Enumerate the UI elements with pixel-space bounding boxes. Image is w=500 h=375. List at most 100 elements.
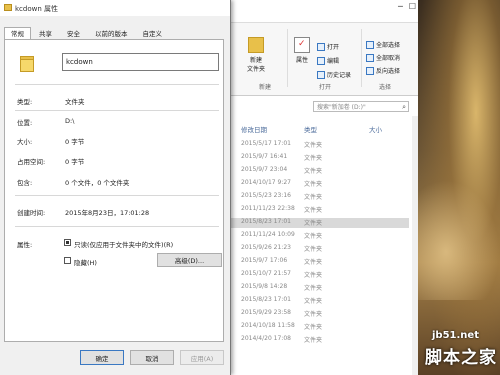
file-type: 文件夹	[304, 337, 323, 344]
edit-icon	[317, 56, 325, 65]
hidden-checkbox[interactable]	[64, 257, 71, 264]
file-type: 文件夹	[304, 142, 323, 149]
file-type: 文件夹	[304, 298, 323, 305]
file-date: 2014/10/18 11:58	[241, 322, 295, 329]
file-date: 2015/9/7 17:06	[241, 257, 288, 264]
file-date: 2011/11/24 10:09	[241, 231, 295, 238]
contains-value: 0 个文件，0 个文件夹	[65, 179, 130, 187]
properties-dialog: kcdown 属性 常规 共享 安全 以前的版本 自定义 类型: 文件夹 位置:…	[0, 0, 231, 375]
tab-strip: 常规 共享 安全 以前的版本 自定义	[4, 27, 170, 40]
search-icon[interactable]: ⌕	[402, 102, 406, 113]
maximize-icon[interactable]: ☐	[409, 2, 416, 11]
file-row[interactable]: 2015/10/7 21:57 文件夹	[229, 270, 409, 280]
file-row[interactable]: 2014/4/20 17:08 文件夹	[229, 335, 409, 345]
properties-button[interactable]: ✓ 属性	[289, 37, 315, 64]
dialog-titlebar: kcdown 属性	[0, 0, 230, 16]
file-row[interactable]: 2015/9/8 14:28 文件夹	[229, 283, 409, 293]
history-button[interactable]: 历史记录	[317, 70, 351, 79]
type-value: 文件夹	[65, 98, 85, 106]
file-type: 文件夹	[304, 259, 323, 266]
new-folder-label: 新建 文件夹	[246, 57, 265, 73]
explorer-titlebar: ─ ☐	[229, 0, 418, 16]
type-label: 类型:	[17, 98, 33, 106]
file-type: 文件夹	[304, 181, 323, 188]
select-all-button[interactable]: 全部选择	[366, 40, 400, 49]
edit-button[interactable]: 编辑	[317, 56, 339, 65]
history-icon	[317, 70, 325, 79]
file-row[interactable]: 2015/9/7 17:06 文件夹	[229, 257, 409, 267]
file-type: 文件夹	[304, 207, 323, 214]
select-all-label: 全部选择	[376, 42, 401, 49]
file-type: 文件夹	[304, 168, 323, 175]
file-row[interactable]: 2011/11/23 22:38 文件夹	[229, 205, 409, 215]
file-date: 2011/11/23 22:38	[241, 205, 295, 212]
file-date: 2015/9/7 23:04	[241, 166, 288, 173]
file-date: 2015/9/26 21:23	[241, 244, 291, 251]
file-row[interactable]: 2014/10/18 11:58 文件夹	[229, 322, 409, 332]
readonly-label: 只读(仅应用于文件夹中的文件)(R)	[74, 241, 174, 249]
file-type: 文件夹	[304, 246, 323, 253]
column-header-size[interactable]: 大小	[369, 124, 382, 134]
ribbon: 新建 文件夹 新建 ✓ 属性 打开 编辑 历史记录 打开 全部选择 全部取消 反…	[229, 22, 418, 96]
file-row[interactable]: 2015/9/26 21:23 文件夹	[229, 244, 409, 254]
wallpaper-cloud	[410, 180, 500, 300]
open-label: 打开	[327, 44, 340, 51]
file-date: 2015/9/7 16:41	[241, 153, 288, 160]
divider	[15, 226, 219, 227]
cancel-button[interactable]: 取消	[130, 350, 174, 365]
new-folder-button[interactable]: 新建 文件夹	[243, 37, 269, 73]
file-row[interactable]: 2015/5/23 23:16 文件夹	[229, 192, 409, 202]
column-header-type[interactable]: 类型	[304, 124, 317, 134]
history-label: 历史记录	[327, 72, 352, 79]
hidden-label: 隐藏(H)	[74, 259, 97, 267]
scrollbar[interactable]	[412, 116, 418, 375]
watermark-domain: jb51.net	[432, 330, 479, 341]
edit-label: 编辑	[327, 58, 340, 65]
select-all-icon	[366, 40, 374, 49]
file-row[interactable]: 2015/9/7 16:41 文件夹	[229, 153, 409, 163]
location-value: D:\	[65, 117, 75, 125]
window-controls: ─ ☐	[398, 2, 416, 11]
location-label: 位置:	[17, 119, 33, 127]
attributes-label: 属性:	[17, 241, 33, 249]
file-type: 文件夹	[304, 194, 323, 201]
file-date: 2015/9/29 23:58	[241, 309, 291, 316]
file-type: 文件夹	[304, 155, 323, 162]
divider	[15, 110, 219, 111]
properties-label: 属性	[295, 57, 308, 64]
ribbon-separator	[361, 29, 362, 87]
minimize-icon[interactable]: ─	[398, 2, 403, 11]
file-row[interactable]: 2015/5/17 17:01 文件夹	[229, 140, 409, 150]
file-date: 2015/9/8 14:28	[241, 283, 288, 290]
file-type: 文件夹	[304, 311, 323, 318]
general-tab-panel: 类型: 文件夹 位置: D:\ 大小: 0 字节 占用空间: 0 字节 包含: …	[4, 39, 224, 342]
invert-selection-label: 反向选择	[376, 68, 401, 75]
apply-button[interactable]: 应用(A)	[180, 350, 224, 365]
size-value: 0 字节	[65, 138, 85, 146]
file-row[interactable]: 2015/8/23 17:01 文件夹	[229, 296, 409, 306]
invert-selection-button[interactable]: 反向选择	[366, 66, 400, 75]
ribbon-separator	[287, 29, 288, 87]
file-date: 2015/5/17 17:01	[241, 140, 291, 147]
file-date: 2014/4/20 17:08	[241, 335, 291, 342]
open-group-label: 打开	[319, 84, 332, 91]
file-row[interactable]: 2011/11/24 10:09 文件夹	[229, 231, 409, 241]
file-row[interactable]: 2015/9/29 23:58 文件夹	[229, 309, 409, 319]
file-row[interactable]: 2015/8/23 17:01 文件夹	[229, 218, 409, 228]
folder-name-field[interactable]	[62, 53, 219, 71]
invert-selection-icon	[366, 66, 374, 75]
size-label: 大小:	[17, 138, 33, 146]
column-header-modified[interactable]: 修改日期	[241, 124, 267, 134]
file-date: 2015/8/23 17:01	[241, 218, 291, 225]
select-none-icon	[366, 53, 374, 62]
readonly-checkbox[interactable]	[64, 239, 71, 246]
file-row[interactable]: 2015/9/7 23:04 文件夹	[229, 166, 409, 176]
search-placeholder: 搜索"新加卷 (D:)"	[317, 104, 366, 111]
advanced-button[interactable]: 高级(D)...	[157, 253, 222, 267]
open-button[interactable]: 打开	[317, 42, 339, 51]
search-input[interactable]: 搜索"新加卷 (D:)" ⌕	[313, 101, 409, 112]
ok-button[interactable]: 确定	[80, 350, 124, 365]
folder-icon	[4, 4, 12, 11]
file-row[interactable]: 2014/10/17 9:27 文件夹	[229, 179, 409, 189]
select-none-button[interactable]: 全部取消	[366, 53, 400, 62]
